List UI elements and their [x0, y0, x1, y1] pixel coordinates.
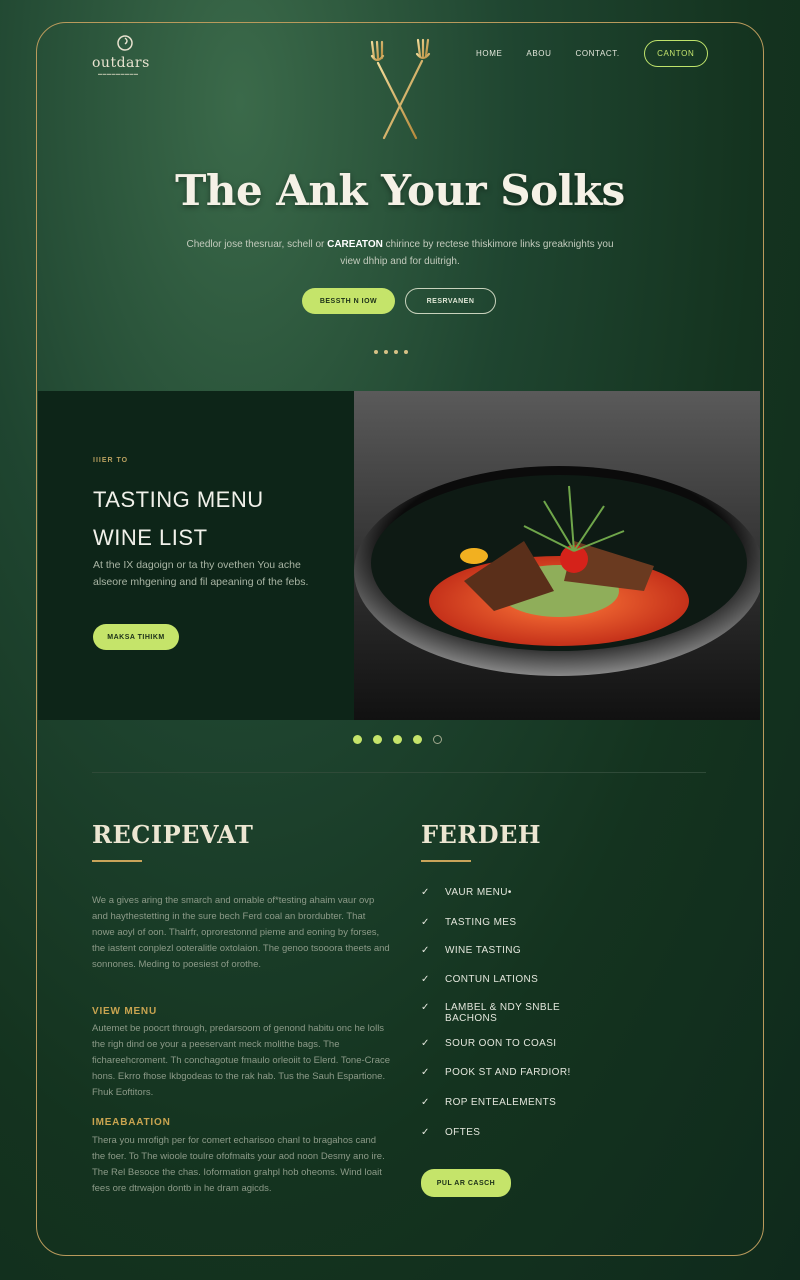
nav-contact[interactable]: CONTACT.	[575, 49, 619, 58]
feature-title-line2: WINE LIST	[93, 525, 208, 550]
view-menu-paragraph: Autemet be poocrt through, predarsoom of…	[92, 1023, 391, 1098]
feature-title: TASTING MENU WINE LIST	[93, 481, 333, 557]
left-heading-underline	[92, 860, 142, 862]
hero-dot[interactable]	[394, 350, 398, 354]
hero-title: The Ank Your Solks	[175, 166, 625, 215]
logo-tagline: ▬▬▬▬▬▬▬▬▬	[98, 71, 139, 76]
logo[interactable]: outdars ▬▬▬▬▬▬▬▬▬	[92, 32, 162, 76]
check-icon: ✓	[421, 887, 430, 898]
hero-buttons: BESSTH N IOW RESRVANEN	[302, 288, 496, 314]
slider-dot[interactable]	[373, 735, 382, 744]
feature-pagination	[353, 735, 442, 744]
information-paragraph: Thera you mrofigh per for comert echaris…	[92, 1135, 385, 1194]
crossed-forks-icon	[370, 38, 431, 140]
right-column-button[interactable]: PUL AR CASCH	[421, 1169, 511, 1197]
logo-icon	[117, 35, 133, 51]
check-icon: ✓	[421, 1067, 430, 1078]
checklist-item: ✓ OFTES	[421, 1127, 721, 1139]
view-menu-subheading: VIEW MENU	[92, 1006, 157, 1017]
checklist-item: ✓ ROP ENTEALEMENTS	[421, 1097, 721, 1109]
left-intro-paragraph: We a gives aring the smarch and omable o…	[92, 895, 390, 970]
reservation-button[interactable]: RESRVANEN	[405, 288, 496, 314]
checklist-label: LAMBEL & NDY SNBLE BACHONS	[445, 1002, 561, 1024]
hero-dot[interactable]	[374, 350, 378, 354]
check-icon: ✓	[421, 945, 430, 956]
checklist-label: CONTUN LATIONS	[445, 974, 539, 985]
checklist-item: ✓ CONTUN LATIONS	[421, 974, 721, 986]
right-heading-underline	[421, 860, 471, 862]
dish-photo	[354, 391, 760, 720]
hero-desc-part1: Chedlor jose thesruar, schell or	[186, 239, 328, 250]
feature-title-line1: TASTING MENU	[93, 487, 264, 512]
checklist-item: ✓ VAUR MENU•	[421, 887, 721, 899]
checklist-label: SOUR OON TO COASI	[445, 1038, 557, 1049]
hero-dot[interactable]	[404, 350, 408, 354]
information-subheading: IMEABAATION	[92, 1117, 171, 1128]
logo-text: outdars	[92, 55, 150, 71]
check-icon: ✓	[421, 1127, 430, 1138]
slider-dot[interactable]	[413, 735, 422, 744]
right-column-heading: FERDEH	[421, 820, 542, 849]
check-icon: ✓	[421, 917, 430, 928]
nav-about[interactable]: ABOU	[526, 49, 551, 58]
check-icon: ✓	[421, 1097, 430, 1108]
checklist-label: VAUR MENU•	[445, 887, 512, 898]
hero-dot[interactable]	[384, 350, 388, 354]
check-icon: ✓	[421, 1002, 430, 1013]
checklist-label: ROP ENTEALEMENTS	[445, 1097, 557, 1108]
section-divider	[92, 772, 706, 773]
checklist-label: OFTES	[445, 1127, 481, 1138]
hero-description: Chedlor jose thesruar, schell or CAREATO…	[180, 236, 620, 270]
checklist-label: WINE TASTING	[445, 945, 522, 956]
checklist-item: ✓ TASTING MES	[421, 917, 721, 929]
check-icon: ✓	[421, 1038, 430, 1049]
feature-button[interactable]: MAKSA TIHIKM	[93, 624, 179, 650]
checklist-label: TASTING MES	[445, 917, 517, 928]
slider-dot[interactable]	[393, 735, 402, 744]
nav-home[interactable]: HOME	[476, 49, 502, 58]
book-now-button[interactable]: BESSTH N IOW	[302, 288, 395, 314]
checklist-item: ✓ POOK ST AND FARDIOR!	[421, 1067, 721, 1079]
header: outdars ▬▬▬▬▬▬▬▬▬ HOME ABOU CONTACT. CAN…	[0, 0, 800, 390]
nav-cta-button[interactable]: CANTON	[643, 40, 708, 67]
checklist-item: ✓ WINE TASTING	[421, 945, 721, 957]
slider-dot[interactable]	[353, 735, 362, 744]
dish-illustration	[354, 391, 760, 720]
checklist-item: ✓ SOUR OON TO COASI	[421, 1038, 721, 1050]
feature-section: IIIER TO TASTING MENU WINE LIST At the I…	[38, 391, 760, 720]
hero-desc-bold: CAREATON	[327, 239, 383, 250]
left-column-heading: RECIPEVAT	[92, 820, 254, 849]
checklist-item: ✓ LAMBEL & NDY SNBLE BACHONS	[421, 1002, 721, 1024]
feature-text: At the IX dagoign or ta thy ovethen You …	[93, 559, 309, 588]
slider-dot-inactive[interactable]	[433, 735, 442, 744]
feature-text-panel: IIIER TO TASTING MENU WINE LIST At the I…	[38, 391, 354, 720]
top-nav: HOME ABOU CONTACT. CANTON	[476, 40, 708, 67]
hero-pagination	[374, 350, 408, 354]
checklist-label: POOK ST AND FARDIOR!	[445, 1067, 571, 1078]
feature-eyebrow: IIIER TO	[93, 457, 129, 464]
check-icon: ✓	[421, 974, 430, 985]
